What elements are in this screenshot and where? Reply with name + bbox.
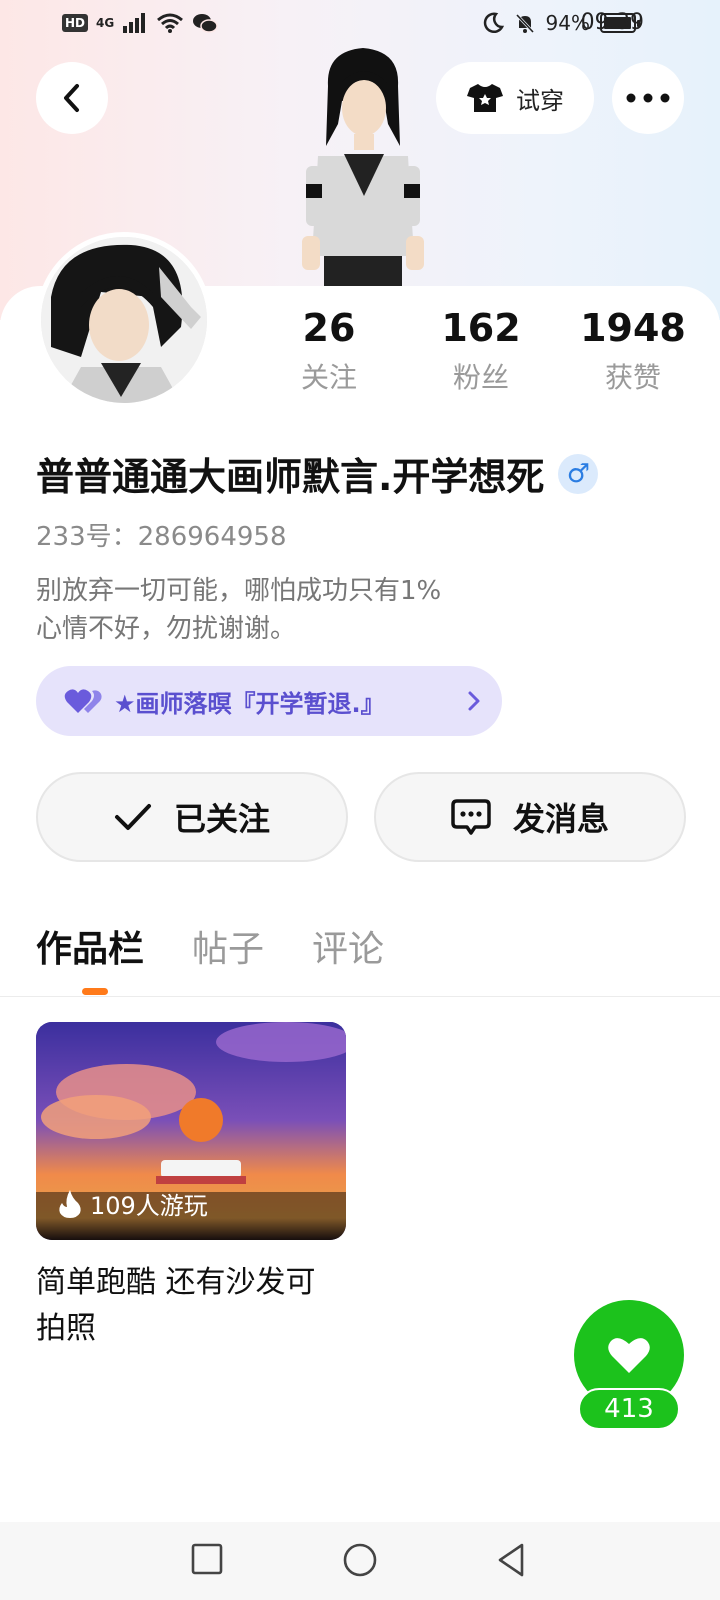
try-on-button[interactable]: 试穿 (436, 62, 594, 134)
message-button[interactable]: 发消息 (374, 772, 686, 862)
bell-off-icon (515, 13, 534, 34)
user-name: 普普通通大画师默言.开学想死 (36, 455, 545, 499)
work-players-row: 109人游玩 (58, 1186, 208, 1221)
try-on-label: 试穿 (516, 86, 564, 115)
check-icon (114, 804, 151, 830)
moon-icon (483, 12, 504, 34)
stat-following[interactable]: 26 关注 (264, 306, 394, 396)
stat-value: 162 (441, 306, 521, 350)
follow-label: 已关注 (173, 800, 270, 838)
male-gender-icon: ♂ (558, 453, 599, 494)
stat-label: 关注 (300, 361, 357, 394)
character-model-image (302, 48, 424, 286)
clock: 09:39 (580, 10, 644, 35)
flame-icon (59, 1189, 81, 1218)
work-players-count: 109人游玩 (90, 1192, 208, 1220)
profile-tabs: 作品栏 帖子 评论 (36, 920, 384, 972)
user-id: 233号：286964958 (36, 522, 287, 552)
chat-bubble-icon (451, 799, 491, 835)
heart-icon (608, 1338, 650, 1373)
like-count: 413 (578, 1388, 680, 1430)
tshirt-icon (467, 84, 503, 112)
tab-works[interactable]: 作品栏 (36, 920, 144, 972)
back-button[interactable] (36, 62, 108, 134)
hd-icon: HD (62, 14, 89, 32)
group-label: ★画师落暝『开学暂退.』 (114, 689, 385, 718)
follow-button[interactable]: 已关注 (36, 772, 348, 862)
tab-posts[interactable]: 帖子 (192, 920, 264, 972)
stat-value: 1948 (580, 306, 686, 350)
tab-comments[interactable]: 评论 (312, 920, 384, 972)
chevron-right-icon (468, 691, 480, 711)
system-nav-bar (0, 1522, 720, 1600)
bio-line: 心情不好，勿扰谢谢。 (36, 614, 297, 644)
group-chip[interactable]: ★画师落暝『开学暂退.』 (36, 666, 502, 736)
stat-value: 26 (302, 306, 356, 350)
double-heart-icon (64, 689, 102, 713)
wifi-icon (157, 13, 184, 33)
user-bio: 别放弃一切可能，哪怕成功只有1% 心情不好，勿扰谢谢。 (36, 572, 441, 648)
stat-label: 获赞 (604, 361, 661, 394)
active-tab-indicator (82, 988, 108, 995)
name-row: 普普通通大画师默言.开学想死 ♂ (36, 446, 599, 501)
stat-followers[interactable]: 162 粉丝 (416, 306, 546, 396)
more-dots-icon (626, 93, 670, 103)
wechat-icon (193, 14, 218, 33)
status-bar: HD 4G 94% 09:39 (0, 0, 720, 48)
tab-divider (0, 996, 720, 997)
signal-type: 4G (96, 16, 115, 30)
recent-apps-icon[interactable] (190, 1542, 224, 1576)
signal-icon (123, 13, 146, 33)
bio-line: 别放弃一切可能，哪怕成功只有1% (36, 576, 442, 606)
message-label: 发消息 (512, 800, 609, 838)
stat-label: 粉丝 (452, 361, 509, 394)
stat-likes[interactable]: 1948 获赞 (568, 306, 698, 396)
work-title[interactable]: 简单跑酷 还有沙发可拍照 (36, 1260, 336, 1352)
profile-stats: 26 关注 162 粉丝 1948 获赞 (0, 306, 720, 406)
chevron-left-icon (64, 84, 79, 112)
more-options-button[interactable] (612, 62, 684, 134)
home-icon[interactable] (342, 1542, 378, 1578)
back-nav-icon[interactable] (494, 1542, 528, 1578)
